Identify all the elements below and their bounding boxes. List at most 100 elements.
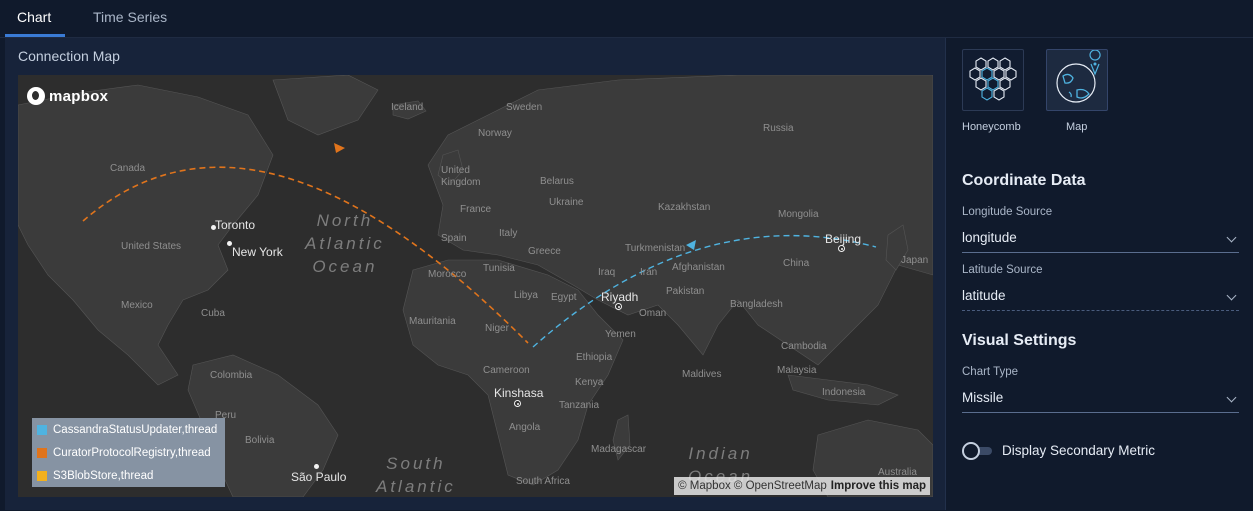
country-label: Madagascar	[591, 444, 647, 455]
chart-type-label: Chart Type	[962, 366, 1019, 378]
country-label: United Kingdom	[441, 165, 481, 188]
country-label: Italy	[499, 228, 518, 239]
city-label-toronto: Toronto	[215, 218, 256, 232]
country-label: South Africa	[516, 476, 570, 487]
country-label: Malaysia	[777, 365, 817, 376]
chart-type-map[interactable]	[1046, 49, 1108, 111]
honeycomb-icon	[969, 57, 1017, 101]
latitude-source-label: Latitude Source	[962, 264, 1043, 276]
map-attribution: © Mapbox © OpenStreetMap Improve this map	[674, 477, 930, 495]
arc-orange-arrow	[334, 143, 345, 153]
mapbox-logo[interactable]: mapbox	[27, 87, 108, 105]
legend-item[interactable]: CassandraStatusUpdater,thread	[32, 418, 225, 441]
country-label: Colombia	[210, 370, 253, 381]
country-label: Egypt	[551, 292, 577, 303]
country-label: Angola	[509, 422, 541, 433]
country-label: Kazakhstan	[658, 202, 711, 213]
city-label-new-york: New York	[232, 245, 283, 259]
country-label: Ethiopia	[576, 352, 613, 363]
country-label: Greece	[528, 246, 561, 257]
coordinate-data-title: Coordinate Data	[962, 172, 1086, 189]
country-label: Iceland	[391, 102, 424, 113]
country-label: Cameroon	[483, 365, 530, 376]
city-label-riyadh: Riyadh	[601, 290, 639, 304]
ocean-label-south-atlantic: South Atlantic	[376, 454, 456, 496]
greenland-landmass	[272, 75, 379, 136]
country-label: United States	[121, 241, 182, 252]
country-label: Tanzania	[559, 400, 600, 411]
legend-swatch	[37, 447, 47, 458]
chart-type-honeycomb[interactable]	[962, 49, 1024, 111]
chart-type-honeycomb-label: Honeycomb	[962, 121, 1021, 133]
mapbox-logo-text: mapbox	[49, 87, 109, 105]
country-label: Cuba	[201, 308, 225, 319]
legend-swatch	[37, 424, 47, 435]
country-label: Canada	[110, 163, 146, 174]
country-label: Iraq	[598, 267, 616, 278]
toggle-knob	[962, 442, 980, 460]
chevron-down-icon	[1226, 290, 1237, 301]
country-label: Mongolia	[778, 209, 819, 220]
city-label-beijing: Beijing	[825, 232, 862, 246]
active-tab-indicator	[5, 34, 65, 37]
latitude-source-select[interactable]: latitude	[962, 284, 1239, 311]
country-label: China	[783, 258, 810, 269]
map-legend: CassandraStatusUpdater,thread CuratorPro…	[32, 418, 225, 487]
country-label: Turkmenistan	[625, 243, 686, 254]
capital-marker	[838, 245, 845, 252]
legend-item[interactable]: S3BlobStore,thread	[32, 464, 225, 487]
country-label: Indonesia	[822, 387, 866, 398]
chart-type-select[interactable]: Missile	[962, 386, 1239, 413]
country-label: Tunisia	[483, 263, 515, 274]
capital-marker	[514, 400, 521, 407]
visual-settings-title: Visual Settings	[962, 332, 1077, 349]
city-marker	[314, 464, 319, 469]
longitude-source-value: longitude	[962, 230, 1017, 245]
country-label: Mauritania	[409, 316, 456, 327]
legend-swatch	[37, 470, 47, 481]
country-label: Morocco	[428, 269, 467, 280]
chevron-down-icon	[1226, 232, 1237, 243]
legend-item[interactable]: CuratorProtocolRegistry,thread	[32, 441, 225, 464]
settings-panel: Honeycomb Map Coordinate Data Longitude …	[946, 38, 1253, 511]
country-label: Iran	[640, 267, 658, 278]
city-label-kinshasa: Kinshasa	[494, 386, 544, 400]
country-label: Yemen	[605, 329, 636, 340]
country-label: Japan	[901, 255, 929, 266]
longitude-source-select[interactable]: longitude	[962, 226, 1239, 253]
city-label-sao-paulo: São Paulo	[291, 470, 347, 484]
legend-label: CassandraStatusUpdater,thread	[53, 423, 218, 436]
globe-pin-icon	[1056, 49, 1101, 103]
country-label: Niger	[485, 323, 509, 334]
improve-map-link[interactable]: Improve this map	[831, 480, 926, 492]
legend-label: CuratorProtocolRegistry,thread	[53, 446, 211, 459]
country-label: Pakistan	[666, 286, 705, 297]
latitude-source-value: latitude	[962, 288, 1006, 303]
country-label: Afghanistan	[672, 262, 725, 273]
secondary-metric-label: Display Secondary Metric	[1002, 443, 1156, 458]
secondary-metric-toggle[interactable]	[962, 442, 994, 460]
chart-type-value: Missile	[962, 390, 1004, 405]
chart-type-map-label: Map	[1066, 121, 1088, 133]
country-label: Spain	[441, 233, 467, 244]
north-america-landmass	[18, 84, 274, 386]
chevron-down-icon	[1226, 392, 1237, 403]
country-label: Oman	[639, 308, 667, 319]
connection-map[interactable]: NorthAtlanticOcean SouthAtlantic IndianO…	[18, 75, 933, 497]
mapbox-logo-icon	[27, 87, 45, 105]
country-label: Mexico	[121, 300, 153, 311]
panel-title: Connection Map	[18, 48, 120, 64]
tab-chart[interactable]: Chart	[17, 0, 51, 37]
country-label: Maldives	[682, 369, 722, 380]
legend-label: S3BlobStore,thread	[53, 469, 154, 482]
country-label: Ukraine	[549, 197, 584, 208]
country-label: Bolivia	[245, 435, 275, 446]
chart-panel: Connection Map North Atlantic Ocean Sout…	[5, 38, 946, 510]
country-label: Bangladesh	[730, 299, 783, 310]
attribution-text: © Mapbox © OpenStreetMap	[678, 480, 827, 492]
country-label: Russia	[763, 123, 794, 134]
country-label: France	[460, 204, 492, 215]
tab-time-series[interactable]: Time Series	[93, 0, 167, 37]
longitude-source-label: Longitude Source	[962, 206, 1053, 218]
country-label: Sweden	[506, 102, 543, 113]
